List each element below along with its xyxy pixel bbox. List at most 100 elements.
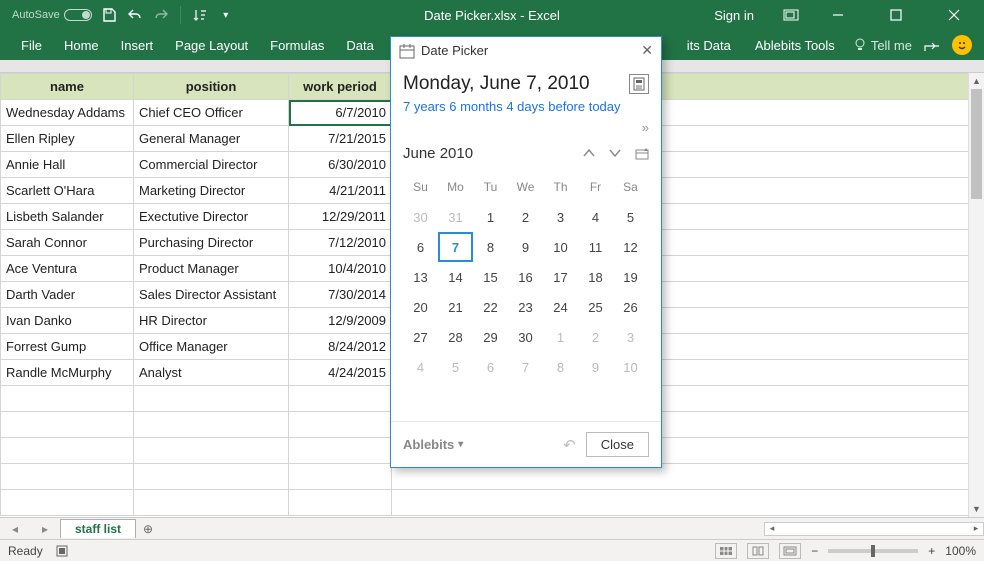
cell-name[interactable]: Lisbeth Salander	[1, 204, 134, 230]
scroll-up-arrow[interactable]: ▲	[969, 73, 984, 89]
cell-position[interactable]: General Manager	[134, 126, 289, 152]
calendar-day[interactable]: 6	[403, 232, 438, 262]
cell-date[interactable]: 12/29/2011	[289, 204, 392, 230]
autosave-toggle[interactable]: AutoSave	[12, 9, 92, 21]
calendar-day[interactable]: 7	[508, 352, 543, 382]
calendar-day[interactable]: 22	[473, 292, 508, 322]
calendar-day[interactable]: 5	[613, 202, 648, 232]
scroll-thumb[interactable]	[971, 89, 982, 199]
view-page-layout-button[interactable]	[747, 543, 769, 559]
cell-name[interactable]: Forrest Gump	[1, 334, 134, 360]
cell-date[interactable]: 4/21/2011	[289, 178, 392, 204]
today-icon[interactable]	[635, 148, 649, 160]
cell-position[interactable]: Product Manager	[134, 256, 289, 282]
prev-month-icon[interactable]	[583, 148, 595, 160]
undo-icon[interactable]	[126, 6, 144, 24]
calendar-day[interactable]: 7	[438, 232, 473, 262]
qat-customize-icon[interactable]: ▾	[217, 6, 235, 24]
cell-date[interactable]: 12/9/2009	[289, 308, 392, 334]
tab-formulas[interactable]: Formulas	[259, 30, 335, 60]
calendar-day[interactable]: 4	[578, 202, 613, 232]
tab-insert[interactable]: Insert	[110, 30, 165, 60]
date-calculator-icon[interactable]	[629, 74, 649, 94]
calendar-day[interactable]: 2	[508, 202, 543, 232]
cell-position[interactable]: Commercial Director	[134, 152, 289, 178]
cell-position[interactable]: Chief CEO Officer	[134, 100, 289, 126]
close-window-button[interactable]	[934, 0, 974, 30]
calendar-day[interactable]: 8	[473, 232, 508, 262]
cell-name[interactable]: Sarah Connor	[1, 230, 134, 256]
zoom-out-button[interactable]: −	[811, 544, 818, 558]
cell-name[interactable]: Darth Vader	[1, 282, 134, 308]
calendar-day[interactable]: 28	[438, 322, 473, 352]
zoom-slider[interactable]	[828, 549, 918, 553]
hscroll-left-arrow[interactable]: ◂	[765, 523, 779, 534]
calendar-day[interactable]: 3	[543, 202, 578, 232]
share-icon[interactable]	[924, 38, 940, 52]
view-page-break-button[interactable]	[779, 543, 801, 559]
cell-name[interactable]: Annie Hall	[1, 152, 134, 178]
calendar-day[interactable]: 1	[543, 322, 578, 352]
calendar-day[interactable]: 10	[543, 232, 578, 262]
pane-close-icon[interactable]: ✕	[641, 42, 653, 59]
calendar-day[interactable]: 25	[578, 292, 613, 322]
cell-name[interactable]: Ivan Danko	[1, 308, 134, 334]
sheet-nav-arrows[interactable]: ◂▸	[0, 522, 60, 536]
sign-in-link[interactable]: Sign in	[714, 8, 754, 23]
tab-page-layout[interactable]: Page Layout	[164, 30, 259, 60]
save-icon[interactable]	[100, 6, 118, 24]
redo-icon[interactable]	[152, 6, 170, 24]
cell-name[interactable]: Randle McMurphy	[1, 360, 134, 386]
calendar-day[interactable]: 16	[508, 262, 543, 292]
calendar-day[interactable]: 9	[508, 232, 543, 262]
cell-name[interactable]: Wednesday Addams	[1, 100, 134, 126]
calendar-day[interactable]: 5	[438, 352, 473, 382]
calendar-day[interactable]: 12	[613, 232, 648, 262]
cell-date[interactable]: 7/30/2014	[289, 282, 392, 308]
month-year-label[interactable]: June 2010	[403, 145, 473, 162]
pane-close-button[interactable]: Close	[586, 432, 649, 457]
calendar-day[interactable]: 18	[578, 262, 613, 292]
cell-position[interactable]: Office Manager	[134, 334, 289, 360]
calendar-day[interactable]: 21	[438, 292, 473, 322]
scroll-down-arrow[interactable]: ▼	[969, 501, 984, 517]
calendar-day[interactable]: 14	[438, 262, 473, 292]
calendar-day[interactable]: 10	[613, 352, 648, 382]
cell-date[interactable]: 6/7/2010	[289, 100, 392, 126]
calendar-day[interactable]: 11	[578, 232, 613, 262]
sheet-tab-active[interactable]: staff list	[60, 519, 136, 538]
macro-record-icon[interactable]	[55, 544, 69, 558]
calendar-day[interactable]: 24	[543, 292, 578, 322]
calendar-day[interactable]: 19	[613, 262, 648, 292]
calendar-day[interactable]: 15	[473, 262, 508, 292]
hscroll-right-arrow[interactable]: ▸	[969, 523, 983, 534]
calendar-day[interactable]: 20	[403, 292, 438, 322]
tab-data[interactable]: Data	[335, 30, 384, 60]
cell-position[interactable]: Sales Director Assistant	[134, 282, 289, 308]
cell-position[interactable]: Exectutive Director	[134, 204, 289, 230]
calendar-day[interactable]: 4	[403, 352, 438, 382]
vertical-scrollbar[interactable]: ▲ ▼	[968, 73, 984, 517]
cell-date[interactable]: 4/24/2015	[289, 360, 392, 386]
calendar-day[interactable]: 9	[578, 352, 613, 382]
zoom-percent[interactable]: 100%	[945, 544, 976, 558]
calendar-day[interactable]: 26	[613, 292, 648, 322]
cell-name[interactable]: Ace Ventura	[1, 256, 134, 282]
cell-date[interactable]: 8/24/2012	[289, 334, 392, 360]
calendar-day[interactable]: 27	[403, 322, 438, 352]
maximize-button[interactable]	[876, 0, 916, 30]
cell-name[interactable]: Scarlett O'Hara	[1, 178, 134, 204]
calendar-day[interactable]: 30	[403, 202, 438, 232]
next-month-icon[interactable]	[609, 148, 621, 160]
minimize-button[interactable]	[818, 0, 858, 30]
calendar-day[interactable]: 2	[578, 322, 613, 352]
pane-header[interactable]: Date Picker ✕	[391, 37, 661, 65]
calendar-day[interactable]: 30	[508, 322, 543, 352]
calendar-day[interactable]: 31	[438, 202, 473, 232]
column-header[interactable]: position	[134, 74, 289, 100]
calendar-day[interactable]: 17	[543, 262, 578, 292]
cell-position[interactable]: Purchasing Director	[134, 230, 289, 256]
cell-date[interactable]: 7/21/2015	[289, 126, 392, 152]
column-header[interactable]: name	[1, 74, 134, 100]
pane-undo-icon[interactable]: ↶	[563, 436, 576, 454]
